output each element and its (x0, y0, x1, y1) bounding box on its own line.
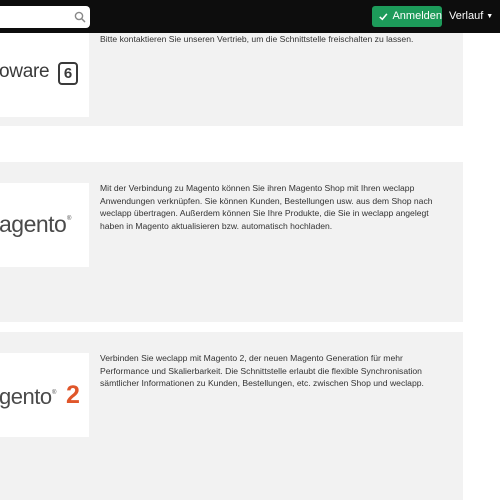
login-label: Anmelden (392, 10, 442, 22)
magento-logo-text: agento (0, 211, 67, 237)
integration-card-magento: agento ® Mit der Verbindung zu Magento k… (0, 162, 463, 322)
shopware-badge: 6 (58, 62, 78, 85)
search-input[interactable] (0, 6, 70, 28)
top-navigation-bar: Anmelden Verlauf ▼ (0, 0, 500, 33)
check-icon (379, 13, 388, 21)
magento-2-logo-text: gento (0, 384, 52, 409)
magento-2-badge: 2 (66, 381, 80, 409)
search-box[interactable] (0, 6, 90, 28)
shopware-logo-text: oware (0, 61, 50, 82)
search-icon[interactable] (73, 10, 87, 24)
integration-description: Verbinden Sie weclapp mit Magento 2, der… (100, 353, 424, 389)
integration-card-magento-2: gento ® 2 Verbinden Sie weclapp mit Mage… (0, 332, 463, 500)
shopware-logo: oware 6 (0, 33, 89, 117)
magento-2-reg-mark: ® (52, 390, 57, 396)
integration-card-shopware: oware 6 Bitte kontaktieren Sie unseren V… (0, 33, 463, 126)
magento-logo: agento ® (0, 183, 89, 267)
integration-description: Mit der Verbindung zu Magento können Sie… (100, 183, 433, 231)
magento-reg-mark: ® (67, 216, 72, 222)
magento-2-logo: gento ® 2 (0, 353, 89, 437)
history-label: Verlauf (449, 10, 484, 22)
history-dropdown[interactable]: Verlauf ▼ (449, 6, 493, 27)
login-button[interactable]: Anmelden (372, 6, 442, 27)
caret-down-icon: ▼ (486, 13, 494, 20)
integrations-list: oware 6 Bitte kontaktieren Sie unseren V… (0, 33, 500, 500)
integration-description: Bitte kontaktieren Sie unseren Vertrieb,… (100, 34, 414, 44)
